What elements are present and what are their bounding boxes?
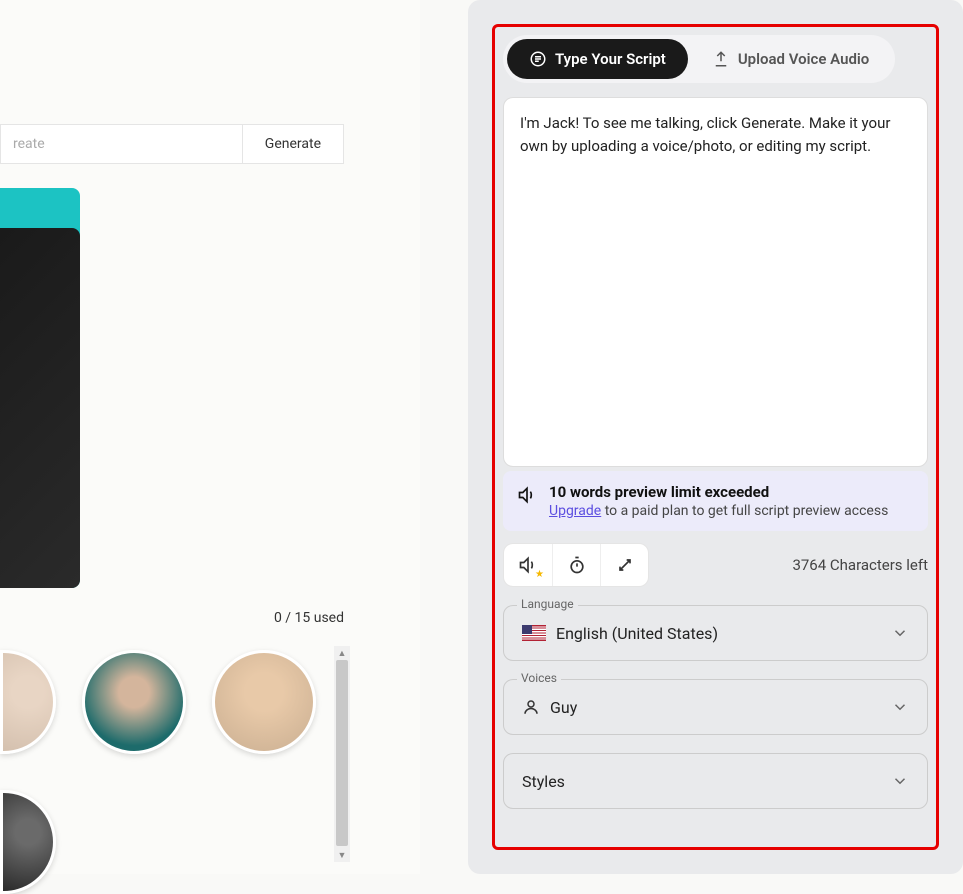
avatar-thumbnail[interactable] <box>82 650 186 754</box>
avatar-thumbnails-row <box>0 650 316 754</box>
voices-select-group: Voices Guy <box>503 679 928 735</box>
language-select[interactable]: English (United States) <box>503 605 928 661</box>
avatar-thumbnails-row <box>0 790 56 894</box>
tool-buttons: ★ <box>503 543 649 587</box>
us-flag-icon <box>522 625 546 641</box>
upgrade-link[interactable]: Upgrade <box>549 503 601 519</box>
tab-label: Type Your Script <box>555 50 666 68</box>
top-bar-label: reate <box>1 125 242 163</box>
styles-value: Styles <box>522 772 565 791</box>
avatar-thumbnail[interactable] <box>0 650 56 754</box>
language-value: English (United States) <box>522 624 718 643</box>
styles-select-group: Styles <box>503 753 928 809</box>
chat-bubble-icon <box>529 50 547 68</box>
avatar-thumbnail[interactable] <box>212 650 316 754</box>
audio-preview-button[interactable]: ★ <box>504 544 552 586</box>
scroll-up-icon[interactable]: ▲ <box>334 646 350 660</box>
star-badge-icon: ★ <box>535 569 544 580</box>
scroll-down-icon[interactable]: ▼ <box>334 848 350 862</box>
script-panel-highlight: Type Your Script Upload Voice Audio 10 w… <box>492 24 939 850</box>
avatar-scrollbar[interactable]: ▲ ▼ <box>334 646 350 862</box>
tab-upload-audio[interactable]: Upload Voice Audio <box>690 39 891 79</box>
magic-button[interactable] <box>600 544 648 586</box>
upload-icon <box>712 50 730 68</box>
generate-button[interactable]: Generate <box>242 125 343 163</box>
usage-counter: 0 / 15 used <box>274 610 344 626</box>
wand-icon <box>615 555 635 575</box>
left-panel: reate Generate 0 / 15 used ▲ ▼ <box>0 0 420 874</box>
voices-value: Guy <box>522 698 577 717</box>
scrollbar-thumb[interactable] <box>336 660 348 846</box>
voices-legend: Voices <box>517 671 561 685</box>
tab-label: Upload Voice Audio <box>738 50 869 68</box>
top-input-bar: reate Generate <box>0 124 344 164</box>
warning-subtitle: Upgrade to a paid plan to get full scrip… <box>549 503 888 519</box>
warning-title: 10 words preview limit exceeded <box>549 483 888 501</box>
timer-button[interactable] <box>552 544 600 586</box>
person-icon <box>522 698 540 716</box>
input-mode-tabs: Type Your Script Upload Voice Audio <box>503 35 895 83</box>
chevron-down-icon <box>891 772 909 790</box>
styles-select[interactable]: Styles <box>503 753 928 809</box>
language-select-group: Language English (United States) <box>503 605 928 661</box>
preview-limit-warning: 10 words preview limit exceeded Upgrade … <box>503 471 928 531</box>
language-legend: Language <box>517 597 578 611</box>
voices-select[interactable]: Guy <box>503 679 928 735</box>
styles-text: Styles <box>522 772 565 791</box>
voices-text: Guy <box>550 698 577 717</box>
warning-text: 10 words preview limit exceeded Upgrade … <box>549 483 888 519</box>
speaker-icon <box>517 485 537 505</box>
avatar-thumbnail[interactable] <box>0 790 56 894</box>
warning-suffix: to a paid plan to get full script previe… <box>601 503 888 519</box>
script-input[interactable] <box>503 97 928 467</box>
stopwatch-icon <box>567 555 587 575</box>
chevron-down-icon <box>891 698 909 716</box>
tab-type-script[interactable]: Type Your Script <box>507 39 688 79</box>
script-toolbar: ★ 3764 Characters left <box>503 543 928 587</box>
right-panel: Type Your Script Upload Voice Audio 10 w… <box>468 0 963 874</box>
characters-left: 3764 Characters left <box>792 556 928 574</box>
avatar-preview-figure <box>0 228 80 588</box>
chevron-down-icon <box>891 624 909 642</box>
avatar-preview <box>0 188 80 588</box>
language-text: English (United States) <box>556 624 718 643</box>
